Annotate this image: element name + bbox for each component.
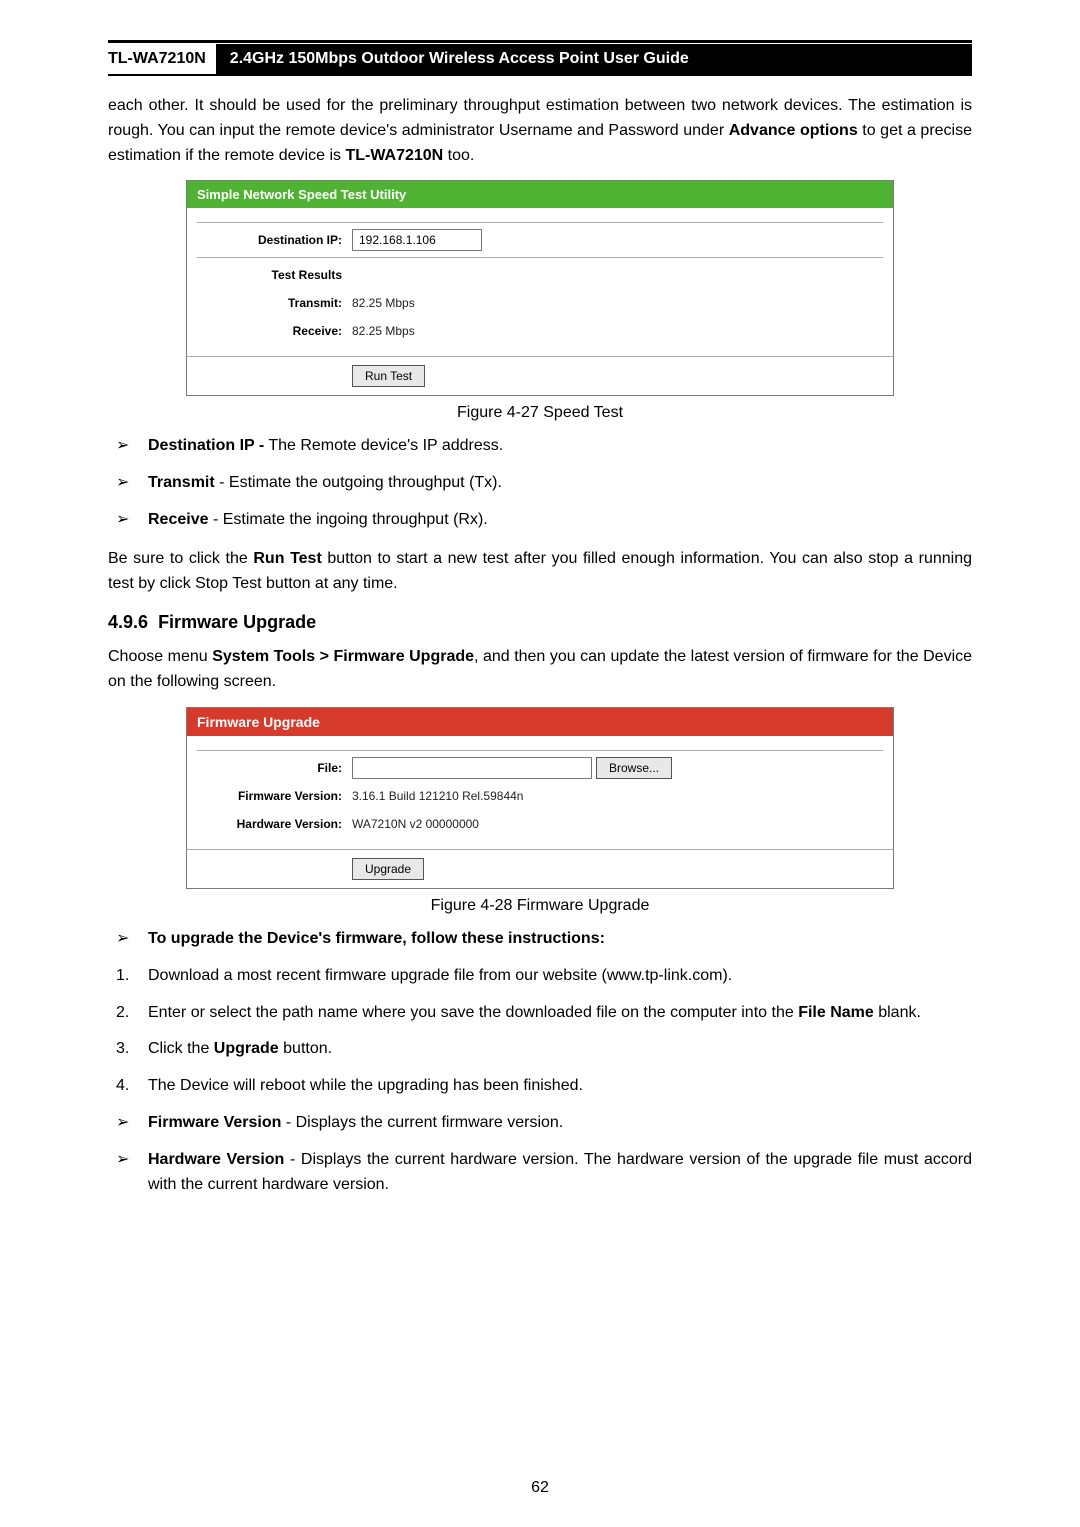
receive-label: Receive: (197, 324, 352, 338)
run-test-button[interactable]: Run Test (352, 365, 425, 387)
file-input[interactable] (352, 757, 592, 779)
instructions-steps: 1. Download a most recent firmware upgra… (108, 964, 972, 1099)
instructions-title: To upgrade the Device's firmware, follow… (148, 930, 605, 947)
def-receive-text: - Estimate the ingoing throughput (Rx). (209, 511, 488, 528)
firmware-header: Firmware Upgrade (187, 708, 893, 736)
speed-test-caption: Figure 4-27 Speed Test (108, 404, 972, 422)
definitions-list: Destination IP - The Remote device's IP … (108, 434, 972, 532)
def-receive: Receive - Estimate the ingoing throughpu… (108, 508, 972, 533)
def-receive-term: Receive (148, 511, 209, 528)
def-hw-term: Hardware Version (148, 1151, 284, 1168)
fw-version-row: Firmware Version: 3.16.1 Build 121210 Re… (197, 785, 883, 807)
section-intro-a: Choose menu (108, 648, 212, 665)
speed-test-panel: Simple Network Speed Test Utility Destin… (186, 180, 894, 396)
page-number: 62 (0, 1479, 1080, 1497)
hw-version-value: WA7210N v2 00000000 (352, 817, 479, 831)
step-3-text-c: button. (279, 1040, 332, 1057)
hw-version-label: Hardware Version: (197, 817, 352, 831)
dest-ip-input[interactable] (352, 229, 482, 251)
firmware-caption: Figure 4-28 Firmware Upgrade (108, 897, 972, 915)
run-test-note: Be sure to click the Run Test button to … (108, 547, 972, 597)
step-2-text-b: File Name (798, 1004, 874, 1021)
step-1: 1. Download a most recent firmware upgra… (108, 964, 972, 989)
section-heading: 4.9.6 Firmware Upgrade (108, 612, 972, 633)
def-hw-version: Hardware Version - Displays the current … (108, 1148, 972, 1198)
divider (197, 222, 883, 223)
test-results-row: Test Results (197, 264, 883, 286)
def-fw-version: Firmware Version - Displays the current … (108, 1111, 972, 1136)
step-3: 3. Click the Upgrade button. (108, 1037, 972, 1062)
step-3-text-a: Click the (148, 1040, 214, 1057)
intro-text-d: TL-WA7210N (345, 147, 443, 164)
step-2-text-a: Enter or select the path name where you … (148, 1004, 798, 1021)
header-rule-top (108, 40, 972, 43)
divider (197, 750, 883, 751)
def-fw-text: - Displays the current firmware version. (281, 1114, 563, 1131)
speed-test-header: Simple Network Speed Test Utility (187, 181, 893, 208)
step-4: 4. The Device will reboot while the upgr… (108, 1074, 972, 1099)
instructions-heading-list: To upgrade the Device's firmware, follow… (108, 927, 972, 952)
def-transmit-term: Transmit (148, 474, 215, 491)
def-fw-term: Firmware Version (148, 1114, 281, 1131)
speed-test-body: Destination IP: Test Results Transmit: 8… (187, 208, 893, 356)
test-results-label: Test Results (197, 268, 352, 282)
fw-version-value: 3.16.1 Build 121210 Rel.59844n (352, 789, 523, 803)
step-1-marker: 1. (116, 964, 129, 989)
step-4-marker: 4. (116, 1074, 129, 1099)
header-title: 2.4GHz 150Mbps Outdoor Wireless Access P… (216, 44, 972, 74)
firmware-upgrade-panel: Firmware Upgrade File: Browse... Firmwar… (186, 707, 894, 889)
section-number: 4.9.6 (108, 612, 148, 632)
step-2: 2. Enter or select the path name where y… (108, 1001, 972, 1026)
intro-paragraph: each other. It should be used for the pr… (108, 94, 972, 168)
intro-text-b: Advance options (729, 122, 858, 139)
def-dest-ip-text: The Remote device's IP address. (264, 437, 503, 454)
page-header: TL-WA7210N 2.4GHz 150Mbps Outdoor Wirele… (108, 44, 972, 76)
firmware-footer: Upgrade (187, 849, 893, 888)
section-intro: Choose menu System Tools > Firmware Upgr… (108, 645, 972, 695)
dest-ip-label: Destination IP: (197, 233, 352, 247)
file-label: File: (197, 761, 352, 775)
version-defs-list: Firmware Version - Displays the current … (108, 1111, 972, 1197)
instructions-heading: To upgrade the Device's firmware, follow… (108, 927, 972, 952)
firmware-body: File: Browse... Firmware Version: 3.16.1… (187, 736, 893, 849)
def-dest-ip: Destination IP - The Remote device's IP … (108, 434, 972, 459)
speed-test-footer: Run Test (187, 356, 893, 395)
note-a: Be sure to click the (108, 550, 253, 567)
section-intro-b: System Tools > Firmware Upgrade (212, 648, 474, 665)
step-3-text-b: Upgrade (214, 1040, 279, 1057)
def-transmit: Transmit - Estimate the outgoing through… (108, 471, 972, 496)
transmit-row: Transmit: 82.25 Mbps (197, 292, 883, 314)
section-title: Firmware Upgrade (158, 612, 316, 632)
file-row: File: Browse... (197, 757, 883, 779)
browse-button[interactable]: Browse... (596, 757, 672, 779)
transmit-label: Transmit: (197, 296, 352, 310)
header-model: TL-WA7210N (108, 44, 216, 74)
def-dest-ip-term: Destination IP - (148, 437, 264, 454)
note-b: Run Test (253, 550, 321, 567)
receive-value: 82.25 Mbps (352, 324, 415, 338)
fw-version-label: Firmware Version: (197, 789, 352, 803)
step-2-marker: 2. (116, 1001, 129, 1026)
step-2-text-c: blank. (874, 1004, 921, 1021)
upgrade-button[interactable]: Upgrade (352, 858, 424, 880)
def-transmit-text: - Estimate the outgoing throughput (Tx). (215, 474, 502, 491)
intro-text-e: too. (443, 147, 474, 164)
transmit-value: 82.25 Mbps (352, 296, 415, 310)
dest-ip-row: Destination IP: (197, 229, 883, 251)
receive-row: Receive: 82.25 Mbps (197, 320, 883, 342)
divider (197, 257, 883, 258)
step-1-text: Download a most recent firmware upgrade … (148, 967, 732, 984)
step-4-text: The Device will reboot while the upgradi… (148, 1077, 583, 1094)
hw-version-row: Hardware Version: WA7210N v2 00000000 (197, 813, 883, 835)
step-3-marker: 3. (116, 1037, 129, 1062)
